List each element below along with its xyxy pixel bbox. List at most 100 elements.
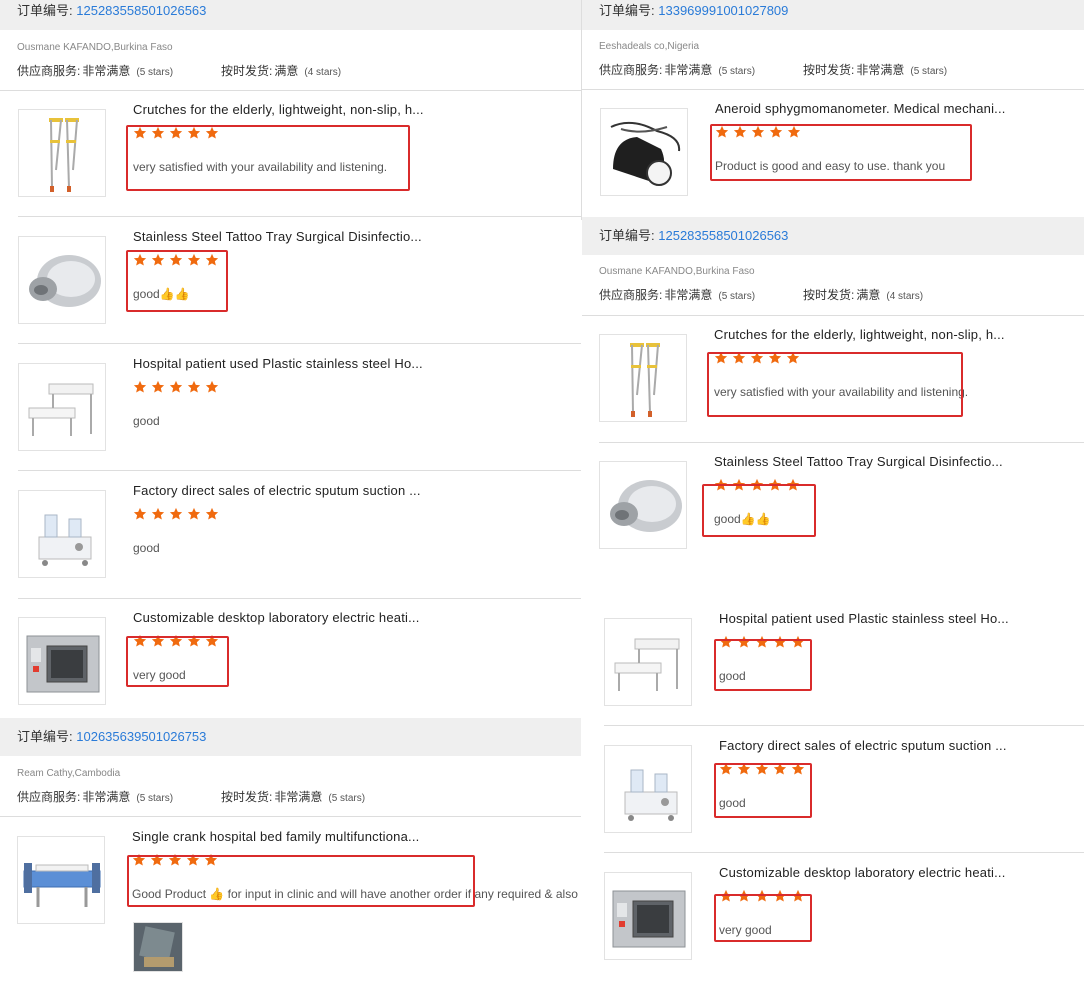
highlight-box — [126, 636, 229, 687]
product-title[interactable]: Single crank hospital bed family multifu… — [132, 829, 419, 844]
review-item: Crutches for the elderly, lightweight, n… — [18, 102, 581, 236]
order-number-label: 订单编号: — [17, 729, 73, 744]
review-item: Stainless Steel Tattoo Tray Surgical Dis… — [18, 229, 581, 363]
step-stool-image[interactable] — [604, 618, 692, 706]
review-item: Hospital patient used Plastic stainless … — [604, 611, 1084, 745]
supplier-service-stars: (5 stars) — [718, 291, 756, 302]
highlight-box — [702, 484, 816, 537]
star-icon — [133, 507, 147, 521]
review-item: Crutches for the elderly, lightweight, n… — [599, 327, 1084, 461]
star-icon — [187, 507, 201, 521]
tray-image[interactable] — [599, 461, 687, 549]
step-stool-image[interactable] — [18, 363, 106, 451]
order-number-link[interactable]: 125283558501026563 — [76, 3, 206, 18]
supplier-service-label: 供应商服务: — [599, 288, 663, 302]
star-rating — [133, 380, 223, 398]
star-icon — [187, 380, 201, 394]
order-number-link[interactable]: 102635639501026753 — [76, 729, 206, 744]
product-title[interactable]: Customizable desktop laboratory electric… — [719, 865, 1006, 880]
star-icon — [169, 380, 183, 394]
product-title[interactable]: Aneroid sphygmomanometer. Medical mechan… — [715, 101, 1006, 116]
incubator-image[interactable] — [18, 617, 106, 705]
supplier-service-value: 非常满意 — [664, 63, 713, 77]
seller-ratings: 供应商服务: 非常满意 (5 stars) 按时发货: 非常满意 (5 stars) — [17, 788, 365, 805]
product-title[interactable]: Factory direct sales of electric sputum … — [719, 738, 1007, 753]
product-title[interactable]: Stainless Steel Tattoo Tray Surgical Dis… — [133, 229, 422, 244]
seller-ratings: 供应商服务: 非常满意 (5 stars) 按时发货: 满意 (4 stars) — [17, 62, 341, 79]
highlight-box — [714, 763, 812, 818]
review-item: Aneroid sphygmomanometer. Medical mechan… — [600, 101, 1084, 235]
review-photo-thumbnail[interactable] — [133, 922, 183, 972]
left-review-panel: 订单编号: 125283558501026563 Ousmane KAFANDO… — [0, 0, 581, 986]
on-time-shipping-stars: (5 stars) — [328, 793, 366, 804]
highlight-box — [707, 352, 963, 417]
review-comment: good — [133, 541, 160, 555]
supplier-service-label: 供应商服务: — [17, 64, 81, 78]
on-time-shipping-value: 满意 — [856, 288, 881, 302]
product-title[interactable]: Crutches for the elderly, lightweight, n… — [714, 327, 1005, 342]
order-header: 订单编号: 125283558501026563 — [0, 0, 581, 30]
star-icon — [205, 380, 219, 394]
right-review-panel: 订单编号: 133969991001027809 Eeshadeals co,N… — [582, 0, 1084, 986]
buyer-name: Eeshadeals co,Nigeria — [599, 41, 700, 52]
supplier-service-value: 非常满意 — [82, 64, 131, 78]
supplier-service-label: 供应商服务: — [17, 790, 81, 804]
star-icon — [169, 507, 183, 521]
order-number-label: 订单编号: — [599, 3, 655, 18]
incubator-image[interactable] — [604, 872, 692, 960]
product-title[interactable]: Hospital patient used Plastic stainless … — [133, 356, 423, 371]
star-rating — [133, 507, 223, 525]
on-time-shipping-label: 按时发货: — [221, 64, 273, 78]
order-number-label: 订单编号: — [17, 3, 73, 18]
on-time-shipping-value: 非常满意 — [274, 790, 323, 804]
highlight-box — [714, 894, 812, 942]
highlight-box — [126, 125, 410, 191]
review-item: Factory direct sales of electric sputum … — [604, 738, 1084, 872]
highlight-box — [714, 639, 812, 691]
highlight-box — [710, 124, 972, 181]
star-icon — [205, 507, 219, 521]
tray-image[interactable] — [18, 236, 106, 324]
supplier-service-value: 非常满意 — [82, 790, 131, 804]
on-time-shipping-label: 按时发货: — [221, 790, 273, 804]
review-item: Customizable desktop laboratory electric… — [604, 865, 1084, 986]
review-item: Single crank hospital bed family multifu… — [17, 829, 581, 972]
on-time-shipping-stars: (5 stars) — [910, 66, 948, 77]
order-header: 订单编号: 125283558501026563 — [582, 217, 1084, 255]
buyer-name: Ousmane KAFANDO,Burkina Faso — [17, 42, 173, 53]
crutches-image[interactable] — [599, 334, 687, 422]
order-header: 订单编号: 102635639501026753 — [0, 718, 581, 756]
buyer-name: Ream Cathy,Cambodia — [17, 768, 121, 779]
crutches-image[interactable] — [18, 109, 106, 197]
product-title[interactable]: Hospital patient used Plastic stainless … — [719, 611, 1009, 626]
product-title[interactable]: Customizable desktop laboratory electric… — [133, 610, 420, 625]
on-time-shipping-label: 按时发货: — [803, 288, 855, 302]
on-time-shipping-stars: (4 stars) — [304, 67, 342, 78]
review-comment: good — [133, 414, 160, 428]
suction-machine-image[interactable] — [604, 745, 692, 833]
on-time-shipping-stars: (4 stars) — [886, 291, 924, 302]
highlight-box — [127, 855, 475, 907]
product-title[interactable]: Stainless Steel Tattoo Tray Surgical Dis… — [714, 454, 1003, 469]
product-title[interactable]: Crutches for the elderly, lightweight, n… — [133, 102, 424, 117]
on-time-shipping-value: 满意 — [274, 64, 299, 78]
highlight-box — [126, 250, 228, 312]
seller-ratings: 供应商服务: 非常满意 (5 stars) 按时发货: 非常满意 (5 stars) — [599, 61, 947, 78]
review-item: Hospital patient used Plastic stainless … — [18, 356, 581, 490]
on-time-shipping-value: 非常满意 — [856, 63, 905, 77]
suction-machine-image[interactable] — [18, 490, 106, 578]
hospital-bed-image[interactable] — [17, 836, 105, 924]
review-item: Stainless Steel Tattoo Tray Surgical Dis… — [599, 454, 1084, 588]
order-number-label: 订单编号: — [599, 228, 655, 243]
order-header: 订单编号: 133969991001027809 — [582, 0, 1084, 30]
supplier-service-label: 供应商服务: — [599, 63, 663, 77]
seller-ratings: 供应商服务: 非常满意 (5 stars) 按时发货: 满意 (4 stars) — [599, 286, 923, 303]
star-icon — [133, 380, 147, 394]
product-title[interactable]: Factory direct sales of electric sputum … — [133, 483, 421, 498]
buyer-name: Ousmane KAFANDO,Burkina Faso — [599, 266, 755, 277]
order-number-link[interactable]: 133969991001027809 — [658, 3, 788, 18]
order-number-link[interactable]: 125283558501026563 — [658, 228, 788, 243]
star-icon — [151, 507, 165, 521]
supplier-service-value: 非常满意 — [664, 288, 713, 302]
sphygmomanometer-image[interactable] — [600, 108, 688, 196]
